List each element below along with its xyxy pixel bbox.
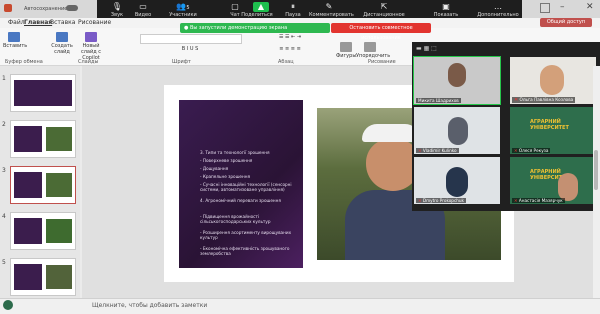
group-font: Шрифт (172, 59, 191, 65)
tab-insert[interactable]: Вставка (50, 19, 75, 26)
slide-bullet: - Поверхневе зрошення (200, 158, 253, 163)
participant-name: ✕ Олеся Рекуза (512, 148, 551, 153)
video-gallery: ▬ ▦ ⬚ Микита Шадрихов ✕ Ольга Павлівна К… (412, 42, 600, 211)
slide-bullet: 4. Агрономічний переваги зрошення (200, 198, 281, 203)
slide-thumbnail-5[interactable] (10, 258, 76, 296)
slide-bullet: - Підвищення врожайності сільськогоспода… (200, 214, 271, 224)
close-icon[interactable]: ✕ (586, 2, 594, 12)
mic-muted-icon: ✕ (514, 198, 518, 203)
clipboard-icon (8, 32, 20, 42)
participant-name: ✕ Ольга Павлівна Козлова (512, 97, 576, 103)
more-button[interactable]: … Дополнительно (475, 2, 521, 18)
participant-name: Микита Шадрихов (416, 98, 461, 103)
mic-muted-icon: ✕ (514, 97, 519, 103)
font-name-select[interactable] (140, 34, 242, 44)
tab-file[interactable]: Файл (8, 19, 25, 26)
copilot-icon (85, 32, 97, 42)
shapes-icon (340, 42, 352, 52)
paragraph-align-buttons[interactable]: ≡ ≡ ≡ ≡ (250, 46, 330, 54)
slide-number: 4 (2, 213, 6, 220)
shapes-button[interactable]: Фигуры (336, 42, 356, 59)
ribbon-display-icon[interactable] (540, 3, 550, 13)
new-slide-button[interactable]: Создать слайд (50, 32, 74, 55)
participants-button[interactable]: 👥5 Участники (163, 2, 203, 18)
participant-name: ✕ Анастасія Мазярчук (512, 198, 565, 203)
annotate-button[interactable]: ✎ Комментировать (309, 2, 354, 18)
minimize-icon[interactable]: – (560, 2, 565, 12)
group-paragraph: Абзац (278, 59, 294, 65)
notes-prompt[interactable]: Щелкните, чтобы добавить заметки (92, 302, 207, 309)
mic-muted-icon: ✕ (418, 198, 422, 203)
paste-button[interactable]: Вставить (3, 32, 27, 49)
screen-share-banner: ● Вы запустили демонстрацию экрана (180, 23, 330, 33)
video-tile[interactable]: Микита Шадрихов (413, 56, 501, 105)
group-drawing: Рисование (368, 59, 396, 65)
slide-number: 5 (2, 259, 6, 266)
share-button-ppt[interactable]: Общий доступ (540, 18, 592, 27)
video-button[interactable]: ▭ Видео (123, 2, 163, 18)
slide-thumbnail-3[interactable] (10, 166, 76, 204)
shield-icon: ● (184, 25, 189, 31)
video-tile[interactable]: ✕ Dmytro Prokopchuk (414, 157, 500, 204)
notes-toggle-icon[interactable] (3, 300, 13, 310)
share-screen-icon[interactable]: ▲ (253, 2, 269, 12)
font-format-buttons[interactable]: B I U S (140, 46, 240, 54)
group-clipboard: Буфер обмена (5, 59, 43, 65)
participant-name: ✕ Dmytro Prokopchuk (416, 198, 466, 203)
pen-icon: ✎ (325, 2, 333, 11)
tab-draw[interactable]: Рисование (78, 19, 111, 26)
participant-avatar (446, 167, 468, 197)
participant-avatar (448, 117, 468, 145)
slide-bullet: - Економічна ефективність зрошуваного зе… (200, 246, 290, 256)
slide-number: 3 (2, 167, 6, 174)
slide-thumbnail-2[interactable] (10, 120, 76, 158)
gallery-view-icon[interactable]: ▬ ▦ ⬚ (416, 45, 437, 52)
participant-avatar (540, 65, 564, 95)
slide-number: 1 (2, 75, 6, 82)
pause-icon: ⏸ (291, 2, 295, 11)
status-bar: Щелкните, чтобы добавить заметки (0, 298, 600, 314)
video-tile[interactable]: ✕ Ольга Павлівна Козлова (510, 57, 596, 104)
autosave-label: Автосохранение (24, 6, 68, 12)
participant-name: ✕ Vladimir Kulinko (416, 148, 459, 153)
pause-button[interactable]: ⏸ Пауза (273, 2, 313, 18)
room-sign-text: АГРАРНИЙ УНІВЕРСИТЕТ (530, 119, 569, 131)
powerpoint-icon (4, 4, 12, 12)
mic-muted-icon: ✕ (418, 148, 422, 153)
slide-thumbnail-1[interactable] (10, 74, 76, 112)
slide-bullet: - Крапельне зрошення (200, 174, 250, 179)
group-slides: Слайды (78, 59, 99, 65)
video-tile[interactable]: АГРАРНИЙ УНІВЕРСИТЕТ ✕ Анастасія Мазярчу… (510, 157, 596, 204)
slide-thumbnail-4[interactable] (10, 212, 76, 250)
participant-avatar (448, 63, 466, 87)
arrange-button[interactable]: Упорядочить (356, 42, 390, 59)
slide-bullet: 3. Типи та технології зрошення (200, 150, 270, 155)
tab-home[interactable]: Главная (24, 19, 52, 26)
arrange-icon (364, 42, 376, 52)
camera-icon: ▭ (139, 2, 147, 11)
slide-icon (56, 32, 68, 42)
people-icon: 👥5 (176, 2, 190, 11)
slide-bullet: - Сучасні інноваційні технології (сенсор… (200, 182, 292, 192)
participant-avatar (558, 173, 578, 201)
scrollbar-thumb[interactable] (594, 150, 598, 190)
video-tile[interactable]: ✕ Vladimir Kulinko (414, 107, 500, 154)
cursor-icon: ⇱ (380, 2, 388, 11)
window-icon: ▣ (442, 2, 450, 11)
video-tile[interactable]: АГРАРНИЙ УНІВЕРСИТЕТ ✕ Олеся Рекуза (510, 107, 596, 154)
stop-share-button[interactable]: Остановить совместное использование (331, 23, 431, 41)
mic-muted-icon: ✕ (514, 148, 518, 153)
slide-bullet: - Дощування (200, 166, 229, 171)
copilot-slide-button[interactable]: Новый слайд с Copilot (78, 32, 104, 61)
paragraph-list-buttons[interactable]: ☰ ☰ ⇤ ⇥ (250, 34, 330, 42)
slide-bullet: - Розширення асортименту вирощуваних кул… (200, 230, 292, 240)
slide-number: 2 (2, 121, 6, 128)
autosave-toggle[interactable] (66, 5, 78, 11)
more-icon: … (494, 2, 502, 11)
